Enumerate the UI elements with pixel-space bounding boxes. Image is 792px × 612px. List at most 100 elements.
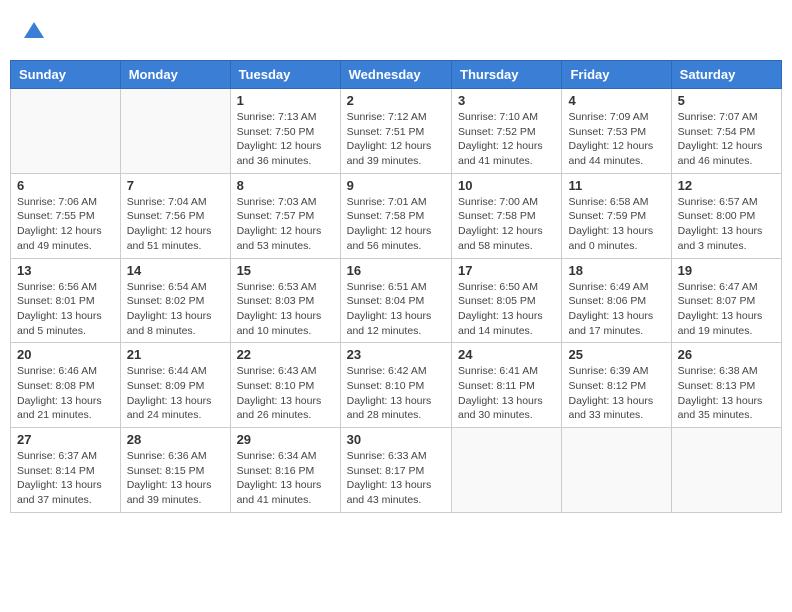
- day-info: Sunrise: 7:01 AM Sunset: 7:58 PM Dayligh…: [347, 195, 445, 254]
- weekday-header-cell: Tuesday: [230, 61, 340, 89]
- day-info: Sunrise: 6:41 AM Sunset: 8:11 PM Dayligh…: [458, 364, 555, 423]
- calendar-cell: 29Sunrise: 6:34 AM Sunset: 8:16 PM Dayli…: [230, 428, 340, 513]
- day-number: 23: [347, 347, 445, 362]
- day-number: 20: [17, 347, 114, 362]
- day-info: Sunrise: 6:39 AM Sunset: 8:12 PM Dayligh…: [568, 364, 664, 423]
- logo: [20, 20, 46, 50]
- day-info: Sunrise: 7:12 AM Sunset: 7:51 PM Dayligh…: [347, 110, 445, 169]
- day-info: Sunrise: 6:56 AM Sunset: 8:01 PM Dayligh…: [17, 280, 114, 339]
- calendar-cell: 15 Sunrise: 6:53 AM Sunset: 8:03 PM Dayli…: [230, 258, 340, 343]
- day-number: 25: [568, 347, 664, 362]
- day-info: Sunrise: 6:36 AM Sunset: 8:15 PM Dayligh…: [127, 449, 224, 508]
- day-info: Sunrise: 6:42 AM Sunset: 8:10 PM Dayligh…: [347, 364, 445, 423]
- day-number: 13: [17, 263, 114, 278]
- day-number: 3: [458, 93, 555, 108]
- day-number: 12: [678, 178, 775, 193]
- day-info: Sunrise: 7:04 AM Sunset: 7:56 PM Dayligh…: [127, 195, 224, 254]
- calendar-cell: 4Sunrise: 7:09 AM Sunset: 7:53 PM Daylig…: [562, 89, 671, 174]
- calendar-cell: 23 Sunrise: 6:42 AM Sunset: 8:10 PM Dayli…: [340, 343, 451, 428]
- logo-icon: [22, 20, 46, 44]
- day-info: Sunrise: 6:43 AM Sunset: 8:10 PM Dayligh…: [237, 364, 334, 423]
- day-info: Sunrise: 6:57 AM Sunset: 8:00 PM Dayligh…: [678, 195, 775, 254]
- calendar-week-row: 27 Sunrise: 6:37 AM Sunset: 8:14 PM Dayli…: [11, 428, 782, 513]
- calendar-cell: 12 Sunrise: 6:57 AM Sunset: 8:00 PM Dayli…: [671, 173, 781, 258]
- day-info: Sunrise: 7:09 AM Sunset: 7:53 PM Dayligh…: [568, 110, 664, 169]
- calendar-cell: 7Sunrise: 7:04 AM Sunset: 7:56 PM Daylig…: [120, 173, 230, 258]
- calendar-cell: [452, 428, 562, 513]
- day-info: Sunrise: 6:47 AM Sunset: 8:07 PM Dayligh…: [678, 280, 775, 339]
- day-info: Sunrise: 6:38 AM Sunset: 8:13 PM Dayligh…: [678, 364, 775, 423]
- calendar-week-row: 20 Sunrise: 6:46 AM Sunset: 8:08 PM Dayli…: [11, 343, 782, 428]
- day-number: 28: [127, 432, 224, 447]
- weekday-header-row: SundayMondayTuesdayWednesdayThursdayFrid…: [11, 61, 782, 89]
- calendar-cell: 3 Sunrise: 7:10 AM Sunset: 7:52 PM Daylig…: [452, 89, 562, 174]
- calendar-table: SundayMondayTuesdayWednesdayThursdayFrid…: [10, 60, 782, 513]
- weekday-header-cell: Wednesday: [340, 61, 451, 89]
- calendar-cell: 24 Sunrise: 6:41 AM Sunset: 8:11 PM Dayli…: [452, 343, 562, 428]
- calendar-cell: 21 Sunrise: 6:44 AM Sunset: 8:09 PM Dayli…: [120, 343, 230, 428]
- calendar-cell: 18 Sunrise: 6:49 AM Sunset: 8:06 PM Dayli…: [562, 258, 671, 343]
- day-info: Sunrise: 6:46 AM Sunset: 8:08 PM Dayligh…: [17, 364, 114, 423]
- day-info: Sunrise: 6:44 AM Sunset: 8:09 PM Dayligh…: [127, 364, 224, 423]
- day-number: 9: [347, 178, 445, 193]
- day-info: Sunrise: 6:53 AM Sunset: 8:03 PM Dayligh…: [237, 280, 334, 339]
- weekday-header-cell: Friday: [562, 61, 671, 89]
- calendar-cell: 16Sunrise: 6:51 AM Sunset: 8:04 PM Dayli…: [340, 258, 451, 343]
- day-number: 15: [237, 263, 334, 278]
- day-number: 24: [458, 347, 555, 362]
- day-number: 16: [347, 263, 445, 278]
- calendar-cell: 30 Sunrise: 6:33 AM Sunset: 8:17 PM Dayli…: [340, 428, 451, 513]
- day-info: Sunrise: 6:54 AM Sunset: 8:02 PM Dayligh…: [127, 280, 224, 339]
- day-info: Sunrise: 7:03 AM Sunset: 7:57 PM Dayligh…: [237, 195, 334, 254]
- day-number: 10: [458, 178, 555, 193]
- day-number: 18: [568, 263, 664, 278]
- day-number: 8: [237, 178, 334, 193]
- day-info: Sunrise: 6:37 AM Sunset: 8:14 PM Dayligh…: [17, 449, 114, 508]
- calendar-week-row: 13 Sunrise: 6:56 AM Sunset: 8:01 PM Dayli…: [11, 258, 782, 343]
- day-number: 2: [347, 93, 445, 108]
- day-number: 6: [17, 178, 114, 193]
- day-info: Sunrise: 7:06 AM Sunset: 7:55 PM Dayligh…: [17, 195, 114, 254]
- calendar-cell: 27 Sunrise: 6:37 AM Sunset: 8:14 PM Dayli…: [11, 428, 121, 513]
- day-info: Sunrise: 6:58 AM Sunset: 7:59 PM Dayligh…: [568, 195, 664, 254]
- day-number: 11: [568, 178, 664, 193]
- page-header: [10, 10, 782, 55]
- day-number: 22: [237, 347, 334, 362]
- day-number: 29: [237, 432, 334, 447]
- calendar-cell: 20 Sunrise: 6:46 AM Sunset: 8:08 PM Dayli…: [11, 343, 121, 428]
- weekday-header-cell: Monday: [120, 61, 230, 89]
- day-info: Sunrise: 6:49 AM Sunset: 8:06 PM Dayligh…: [568, 280, 664, 339]
- weekday-header-cell: Thursday: [452, 61, 562, 89]
- day-info: Sunrise: 6:33 AM Sunset: 8:17 PM Dayligh…: [347, 449, 445, 508]
- day-number: 27: [17, 432, 114, 447]
- day-number: 5: [678, 93, 775, 108]
- calendar-cell: [562, 428, 671, 513]
- day-number: 1: [237, 93, 334, 108]
- calendar-cell: 25 Sunrise: 6:39 AM Sunset: 8:12 PM Dayli…: [562, 343, 671, 428]
- calendar-cell: [120, 89, 230, 174]
- calendar-cell: 5Sunrise: 7:07 AM Sunset: 7:54 PM Daylig…: [671, 89, 781, 174]
- calendar-cell: 22 Sunrise: 6:43 AM Sunset: 8:10 PM Dayli…: [230, 343, 340, 428]
- calendar-cell: 6 Sunrise: 7:06 AM Sunset: 7:55 PM Daylig…: [11, 173, 121, 258]
- calendar-cell: 9 Sunrise: 7:01 AM Sunset: 7:58 PM Daylig…: [340, 173, 451, 258]
- day-info: Sunrise: 7:10 AM Sunset: 7:52 PM Dayligh…: [458, 110, 555, 169]
- day-number: 21: [127, 347, 224, 362]
- calendar-cell: [671, 428, 781, 513]
- day-number: 14: [127, 263, 224, 278]
- day-number: 30: [347, 432, 445, 447]
- calendar-cell: 14 Sunrise: 6:54 AM Sunset: 8:02 PM Dayli…: [120, 258, 230, 343]
- calendar-cell: 19 Sunrise: 6:47 AM Sunset: 8:07 PM Dayli…: [671, 258, 781, 343]
- day-number: 19: [678, 263, 775, 278]
- weekday-header-cell: Sunday: [11, 61, 121, 89]
- day-number: 26: [678, 347, 775, 362]
- calendar-cell: 11 Sunrise: 6:58 AM Sunset: 7:59 PM Dayli…: [562, 173, 671, 258]
- weekday-header-cell: Saturday: [671, 61, 781, 89]
- calendar-cell: 2 Sunrise: 7:12 AM Sunset: 7:51 PM Daylig…: [340, 89, 451, 174]
- calendar-cell: [11, 89, 121, 174]
- calendar-week-row: 1Sunrise: 7:13 AM Sunset: 7:50 PM Daylig…: [11, 89, 782, 174]
- day-number: 17: [458, 263, 555, 278]
- calendar-cell: 13 Sunrise: 6:56 AM Sunset: 8:01 PM Dayli…: [11, 258, 121, 343]
- calendar-cell: 26 Sunrise: 6:38 AM Sunset: 8:13 PM Dayli…: [671, 343, 781, 428]
- calendar-week-row: 6 Sunrise: 7:06 AM Sunset: 7:55 PM Daylig…: [11, 173, 782, 258]
- calendar-cell: 17Sunrise: 6:50 AM Sunset: 8:05 PM Dayli…: [452, 258, 562, 343]
